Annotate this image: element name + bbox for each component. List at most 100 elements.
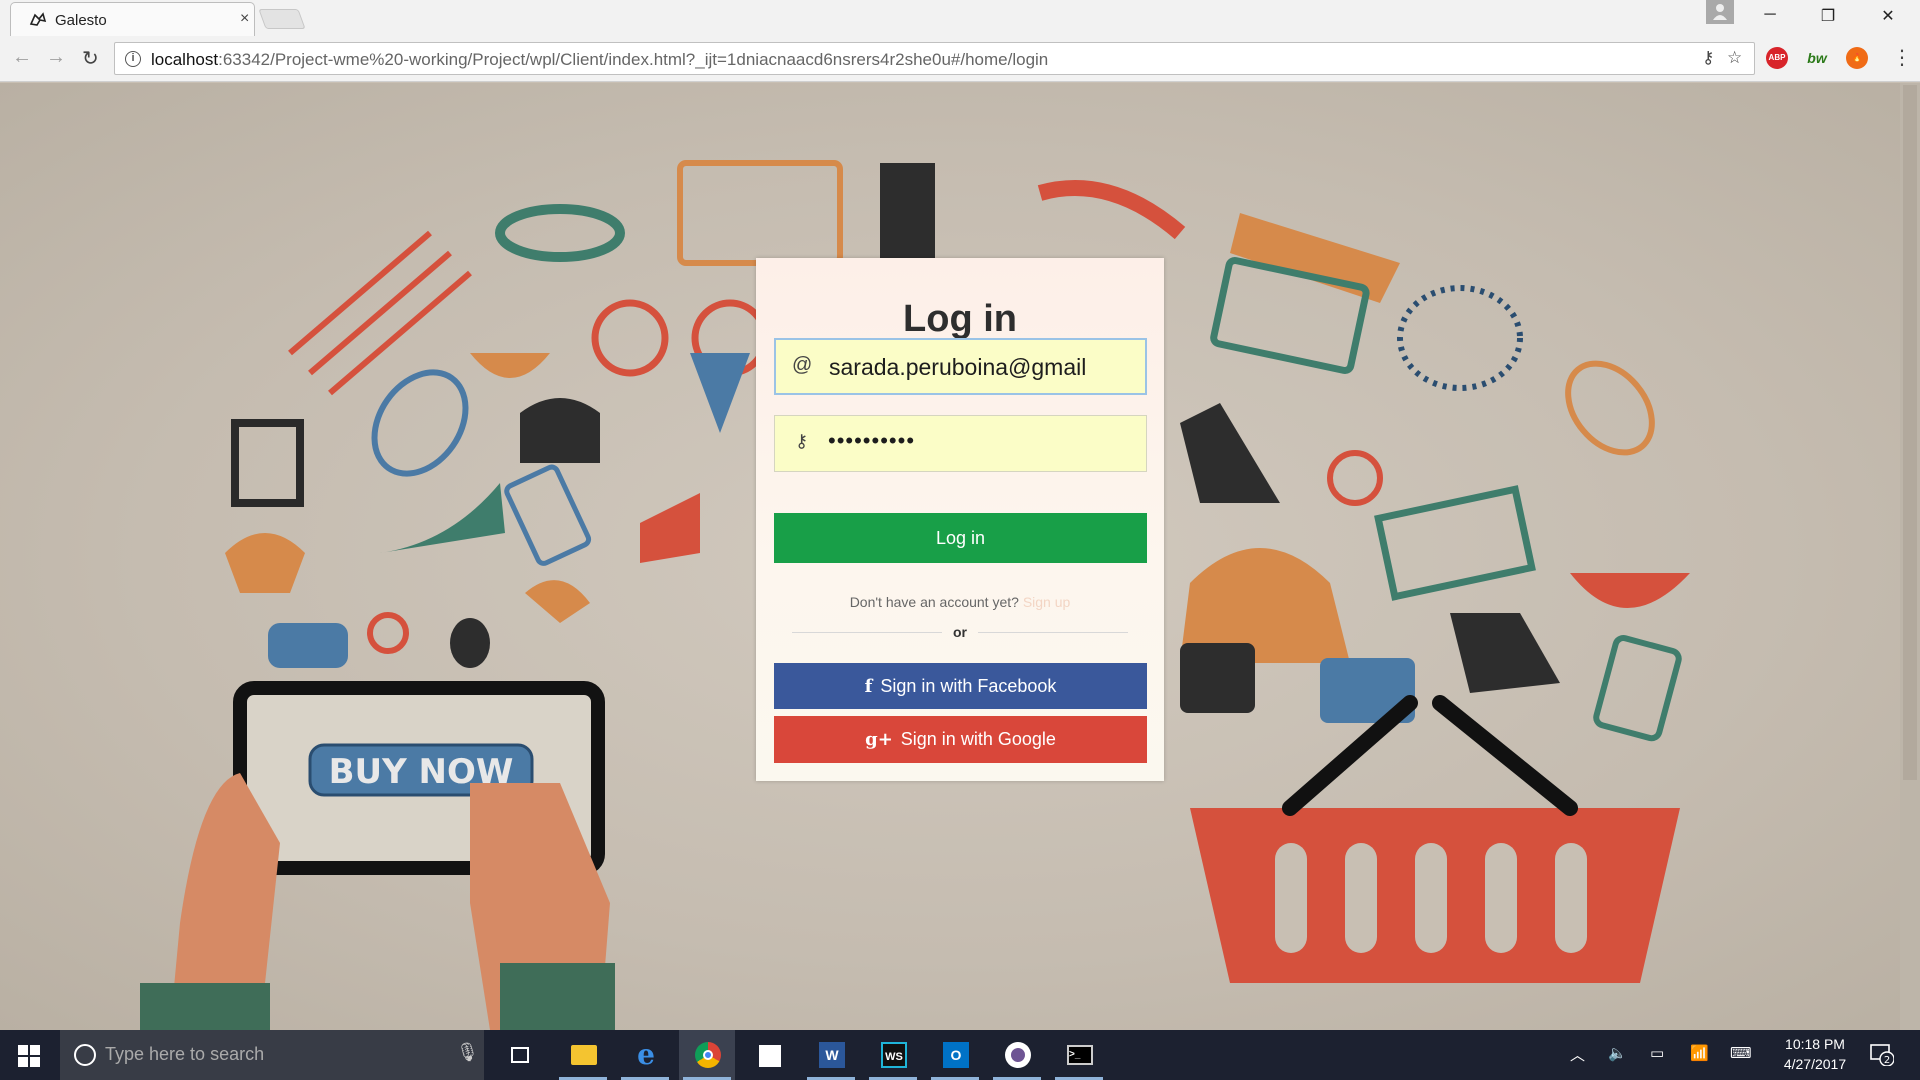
taskbar-clock[interactable]: 10:18 PM 4/27/2017 xyxy=(1770,1034,1860,1074)
login-card: Log in @ sarada.peruboina@gmail ⚷ ••••••… xyxy=(756,258,1164,781)
volume-icon[interactable]: 🔈 xyxy=(1608,1044,1627,1062)
scooter-doodle xyxy=(1327,450,1383,506)
email-field[interactable]: @ sarada.peruboina@gmail xyxy=(774,338,1147,395)
bw-extension-icon[interactable]: bw xyxy=(1806,47,1828,69)
collar-doodle xyxy=(495,204,625,262)
key-icon: ⚷ xyxy=(795,431,809,451)
bicycle-wheel-doodle xyxy=(591,299,669,377)
minimize-button[interactable]: ─ xyxy=(1750,6,1790,24)
outlook-icon: O xyxy=(943,1042,969,1068)
ice-cream-doodle xyxy=(690,353,750,433)
signup-prompt-text: Don't have an account yet? xyxy=(849,594,1019,610)
windows-start-icon[interactable] xyxy=(18,1045,40,1067)
browser-tab[interactable]: Galesto × xyxy=(10,2,255,36)
instant-camera-doodle xyxy=(1180,643,1255,713)
monitor-doodle xyxy=(677,160,843,266)
profile-button[interactable] xyxy=(1706,0,1734,24)
tab-strip: Galesto × ─ ❐ ✕ xyxy=(0,0,1920,36)
skis-doodle xyxy=(288,230,472,396)
login-title: Log in xyxy=(903,298,1017,340)
fire-extension-icon[interactable]: 🔥 xyxy=(1846,47,1868,69)
task-view-icon xyxy=(511,1047,529,1063)
edge-icon: e xyxy=(637,1038,655,1071)
phone-doodle xyxy=(504,464,592,566)
tank-top-doodle xyxy=(1450,613,1560,693)
google-signin-button[interactable]: g+ Sign in with Google xyxy=(774,716,1147,763)
taskbar-search-placeholder[interactable]: Type here to search xyxy=(105,1044,264,1065)
facebook-icon: f xyxy=(864,676,873,697)
signup-prompt: Don't have an account yet? Sign up xyxy=(756,594,1164,610)
webstorm-icon: WS xyxy=(881,1042,907,1068)
action-center-button[interactable]: 2 xyxy=(1870,1042,1895,1067)
bookmark-star-icon[interactable]: ☆ xyxy=(1727,48,1742,68)
word-button[interactable]: W xyxy=(803,1030,859,1080)
tab-close-icon[interactable]: × xyxy=(240,10,249,28)
login-button[interactable]: Log in xyxy=(774,513,1147,563)
tab-title: Galesto xyxy=(55,12,107,29)
person-icon xyxy=(1713,4,1727,20)
address-bar[interactable]: i localhost:63342/Project-wme%20-working… xyxy=(114,42,1755,75)
terminal-button[interactable]: >_ xyxy=(1051,1030,1107,1080)
racket-doodle xyxy=(371,369,469,477)
guitar-doodle xyxy=(450,618,490,668)
file-explorer-button[interactable] xyxy=(555,1030,611,1080)
close-window-button[interactable]: ✕ xyxy=(1868,6,1908,26)
notification-icon: 2 xyxy=(1870,1044,1895,1067)
mittens-doodle xyxy=(520,398,600,463)
divider-right xyxy=(978,632,1128,633)
chrome-icon xyxy=(695,1042,721,1068)
cup-doodle xyxy=(231,419,304,507)
facebook-signin-button[interactable]: f Sign in with Facebook xyxy=(774,663,1147,709)
email-value[interactable]: sarada.peruboina@gmail xyxy=(829,354,1139,381)
password-field[interactable]: ⚷ •••••••••• xyxy=(774,415,1147,472)
browser-menu-icon[interactable]: ⋮ xyxy=(1892,45,1912,70)
battery-icon[interactable]: ▭ xyxy=(1650,1044,1664,1062)
back-arrow-icon[interactable]: ← xyxy=(12,46,32,69)
info-icon[interactable]: i xyxy=(125,51,141,67)
url-text[interactable]: localhost:63342/Project-wme%20-working/P… xyxy=(151,50,1048,70)
cupcake-doodle xyxy=(225,533,305,593)
cheese-doodle xyxy=(640,493,700,563)
google-signin-label: Sign in with Google xyxy=(900,729,1056,749)
keyboard-icon[interactable]: ⌨ xyxy=(1730,1044,1752,1062)
teapot-doodle xyxy=(525,580,590,623)
bread-doodle xyxy=(268,623,348,668)
salad-bowl-doodle xyxy=(1570,573,1690,608)
show-hidden-icons-chevron-icon[interactable]: ︿ xyxy=(1570,1044,1585,1065)
store-bag-icon xyxy=(759,1045,781,1067)
edge-button[interactable]: e xyxy=(617,1030,673,1080)
task-view-button[interactable] xyxy=(492,1030,548,1080)
page-viewport: BUY NOW Log in @ sarada.peruboina@gmail … xyxy=(0,83,1920,1030)
adblock-extension-icon[interactable]: ABP xyxy=(1766,47,1788,69)
taskbar-search-box[interactable]: Type here to search 🎙 xyxy=(60,1030,484,1080)
tablet-small-doodle xyxy=(1593,635,1682,742)
dress-doodle xyxy=(1180,403,1280,503)
signup-link[interactable]: Sign up xyxy=(1023,594,1070,610)
password-value[interactable]: •••••••••• xyxy=(828,428,1138,454)
outlook-button[interactable]: O xyxy=(927,1030,983,1080)
noodle-bowl-doodle xyxy=(470,353,550,378)
wifi-icon[interactable]: 📶 xyxy=(1690,1044,1709,1062)
facebook-signin-label: Sign in with Facebook xyxy=(880,676,1057,696)
microphone-icon[interactable]: 🎙 xyxy=(456,1042,479,1063)
webstorm-button[interactable]: WS xyxy=(865,1030,921,1080)
notification-count: 2 xyxy=(1884,1055,1890,1066)
clock-time: 10:18 PM xyxy=(1785,1036,1845,1052)
cortana-icon[interactable] xyxy=(74,1044,96,1066)
restore-button[interactable]: ❐ xyxy=(1808,6,1848,26)
necklace-doodle xyxy=(1397,285,1523,391)
key-icon[interactable]: ⚷ xyxy=(1702,48,1714,68)
reload-icon[interactable]: ↻ xyxy=(82,46,99,71)
page-scrollbar-thumb[interactable] xyxy=(1903,85,1917,780)
github-button[interactable] xyxy=(989,1030,1045,1080)
terminal-icon: >_ xyxy=(1067,1045,1093,1065)
windows-taskbar: Type here to search 🎙 e W WS O >_ ︿ 🔈 ▭ … xyxy=(0,1030,1920,1080)
heel-shoe-doodle xyxy=(380,483,505,553)
github-icon xyxy=(1005,1042,1031,1068)
forward-arrow-icon[interactable]: → xyxy=(46,46,66,69)
ring-doodle xyxy=(367,612,409,654)
store-button[interactable] xyxy=(741,1030,797,1080)
chrome-button[interactable] xyxy=(679,1030,735,1080)
new-tab-button[interactable] xyxy=(258,9,306,29)
browser-toolbar: ← → ↻ i localhost:63342/Project-wme%20-w… xyxy=(0,36,1920,82)
